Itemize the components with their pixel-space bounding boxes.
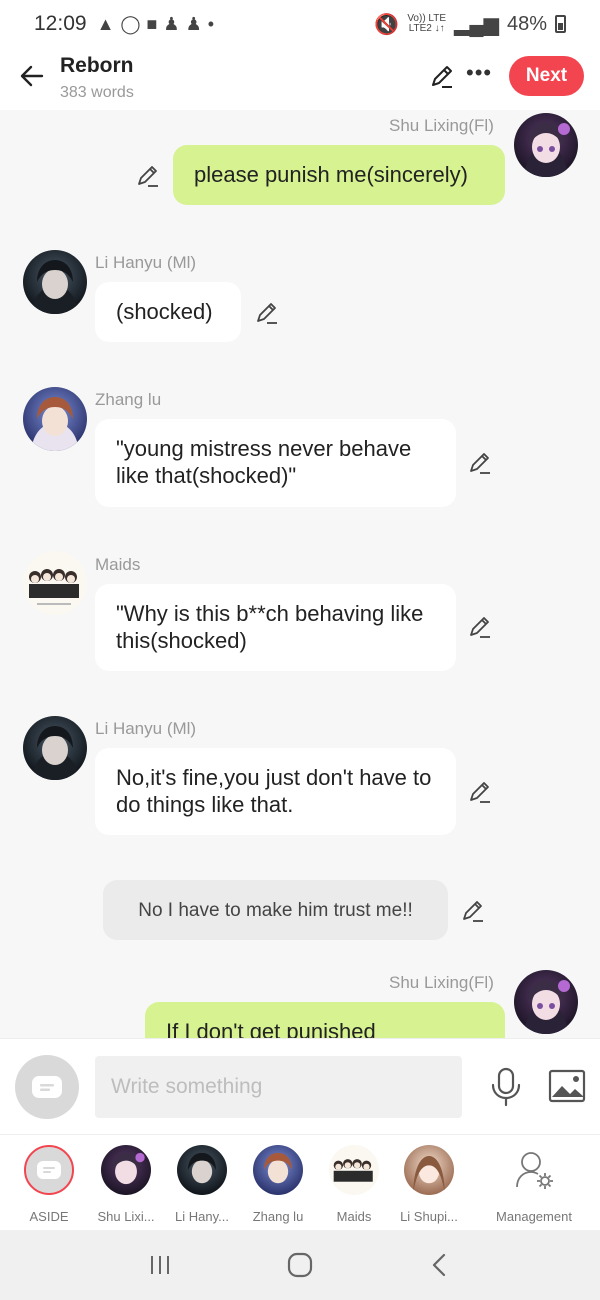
edit-message-icon[interactable] — [460, 897, 486, 923]
home-icon[interactable] — [287, 1252, 313, 1278]
character-maids[interactable]: Maids — [319, 1145, 389, 1224]
message-bubble[interactable]: "Why is this b**ch behaving like this(sh… — [95, 584, 456, 671]
story-title: Reborn — [60, 54, 134, 77]
avatar-shu-lixing[interactable] — [514, 113, 578, 177]
status-notification-icons: ▲ ◯ ■ ♟ ♟ • — [97, 14, 214, 35]
character-label: Shu Lixi... — [97, 1209, 155, 1224]
character-aside[interactable]: ASIDE — [14, 1145, 84, 1224]
avatar — [101, 1145, 151, 1195]
chat-area[interactable]: Shu Lixing(Fl) please punish me(sincerel… — [0, 110, 600, 1038]
whatsapp-icon: ◯ — [120, 13, 141, 34]
message-bubble[interactable]: No,it's fine,you just don't have to do t… — [95, 748, 456, 835]
message-bubble[interactable]: "young mistress never behave like that(s… — [95, 419, 456, 507]
manage-icon — [509, 1145, 559, 1195]
avatar — [404, 1145, 454, 1195]
character-label: Li Hany... — [175, 1209, 229, 1224]
back-button[interactable] — [14, 58, 50, 94]
edit-message-icon[interactable] — [467, 449, 493, 475]
message-bubble[interactable]: If I don't get punished — [145, 1002, 505, 1038]
message-bubble[interactable]: please punish me(sincerely) — [173, 145, 505, 205]
management-button[interactable]: Management — [484, 1145, 584, 1224]
avatar-maids[interactable] — [23, 551, 87, 615]
message-sender: Li Hanyu (Ml) — [95, 719, 197, 738]
avatar — [253, 1145, 303, 1195]
aside-toggle-button[interactable] — [15, 1055, 79, 1119]
message-icon: ■ — [146, 13, 158, 34]
status-time: 12:09 — [34, 12, 87, 35]
aside-icon — [37, 1161, 61, 1179]
message-sender: Shu Lixing(Fl) — [389, 973, 494, 992]
message-sender: Shu Lixing(Fl) — [389, 116, 494, 135]
edit-message-icon[interactable] — [467, 778, 493, 804]
edit-message-icon[interactable] — [135, 162, 161, 188]
word-count: 383 words — [60, 84, 134, 101]
aside-icon — [32, 1076, 62, 1098]
character-selector: ASIDE Shu Lixi... Li Hany... Zhang lu Ma… — [0, 1134, 600, 1230]
edit-message-icon[interactable] — [254, 299, 280, 325]
character-shu-lixing[interactable]: Shu Lixi... — [91, 1145, 161, 1224]
avatar-shu-lixing[interactable] — [514, 970, 578, 1034]
battery-percent: 48% — [506, 12, 547, 35]
character-li-shupi[interactable]: Li Shupi... — [394, 1145, 464, 1224]
avatar-li-hanyu[interactable] — [23, 716, 87, 780]
avatar — [177, 1145, 227, 1195]
battery-icon — [555, 15, 566, 33]
avatar — [329, 1145, 379, 1195]
image-icon[interactable] — [548, 1069, 586, 1103]
character-label: ASIDE — [29, 1209, 69, 1224]
back-arrow-icon — [20, 65, 44, 87]
status-right: 🔇 Vo)) LTE LTE2 ↓↑ ▂▄▆ 48% — [374, 12, 566, 37]
message-bubble[interactable]: (shocked) — [95, 282, 241, 342]
next-button[interactable]: Next — [509, 56, 584, 96]
character-label: Li Shupi... — [400, 1209, 458, 1224]
character-label: Management — [496, 1209, 572, 1224]
more-options-button[interactable]: ••• — [466, 60, 492, 86]
aside-avatar — [24, 1145, 74, 1195]
character-label: Zhang lu — [252, 1209, 304, 1224]
snapchat-icon: ♟ — [185, 13, 202, 34]
avatar-zhang-lu[interactable] — [23, 387, 87, 451]
character-li-hanyu[interactable]: Li Hany... — [167, 1145, 237, 1224]
snapchat-icon: ♟ — [163, 13, 180, 34]
message-sender: Maids — [95, 555, 141, 574]
edit-title-icon[interactable] — [428, 62, 456, 90]
microphone-icon[interactable] — [488, 1067, 524, 1107]
character-label: Maids — [336, 1209, 372, 1224]
network-bottom: LTE2 ↓↑ — [408, 23, 445, 34]
character-zhang-lu[interactable]: Zhang lu — [243, 1145, 313, 1224]
mute-icon: 🔇 — [374, 13, 400, 36]
recent-apps-icon[interactable] — [148, 1253, 172, 1277]
nav-back-icon[interactable] — [428, 1253, 452, 1277]
composer-bar — [0, 1038, 600, 1134]
warning-icon: ▲ — [96, 13, 115, 34]
status-bar: 12:09 ▲ ◯ ■ ♟ ♟ • 🔇 Vo)) LTE LTE2 ↓↑ ▂▄▆… — [0, 0, 600, 48]
system-nav-bar — [0, 1230, 600, 1300]
edit-message-icon[interactable] — [467, 613, 493, 639]
signal-icon: ▂▄▆ — [454, 13, 499, 36]
aside-bubble[interactable]: No I have to make him trust me!! — [103, 880, 448, 940]
network-indicator: Vo)) LTE LTE2 ↓↑ — [407, 14, 446, 34]
message-sender: Li Hanyu (Ml) — [95, 253, 197, 272]
dot-icon: • — [207, 13, 215, 34]
message-input[interactable] — [95, 1056, 462, 1118]
avatar-li-hanyu[interactable] — [23, 250, 87, 314]
message-sender: Zhang lu — [95, 390, 162, 409]
story-header: Reborn 383 words ••• Next — [0, 48, 600, 110]
